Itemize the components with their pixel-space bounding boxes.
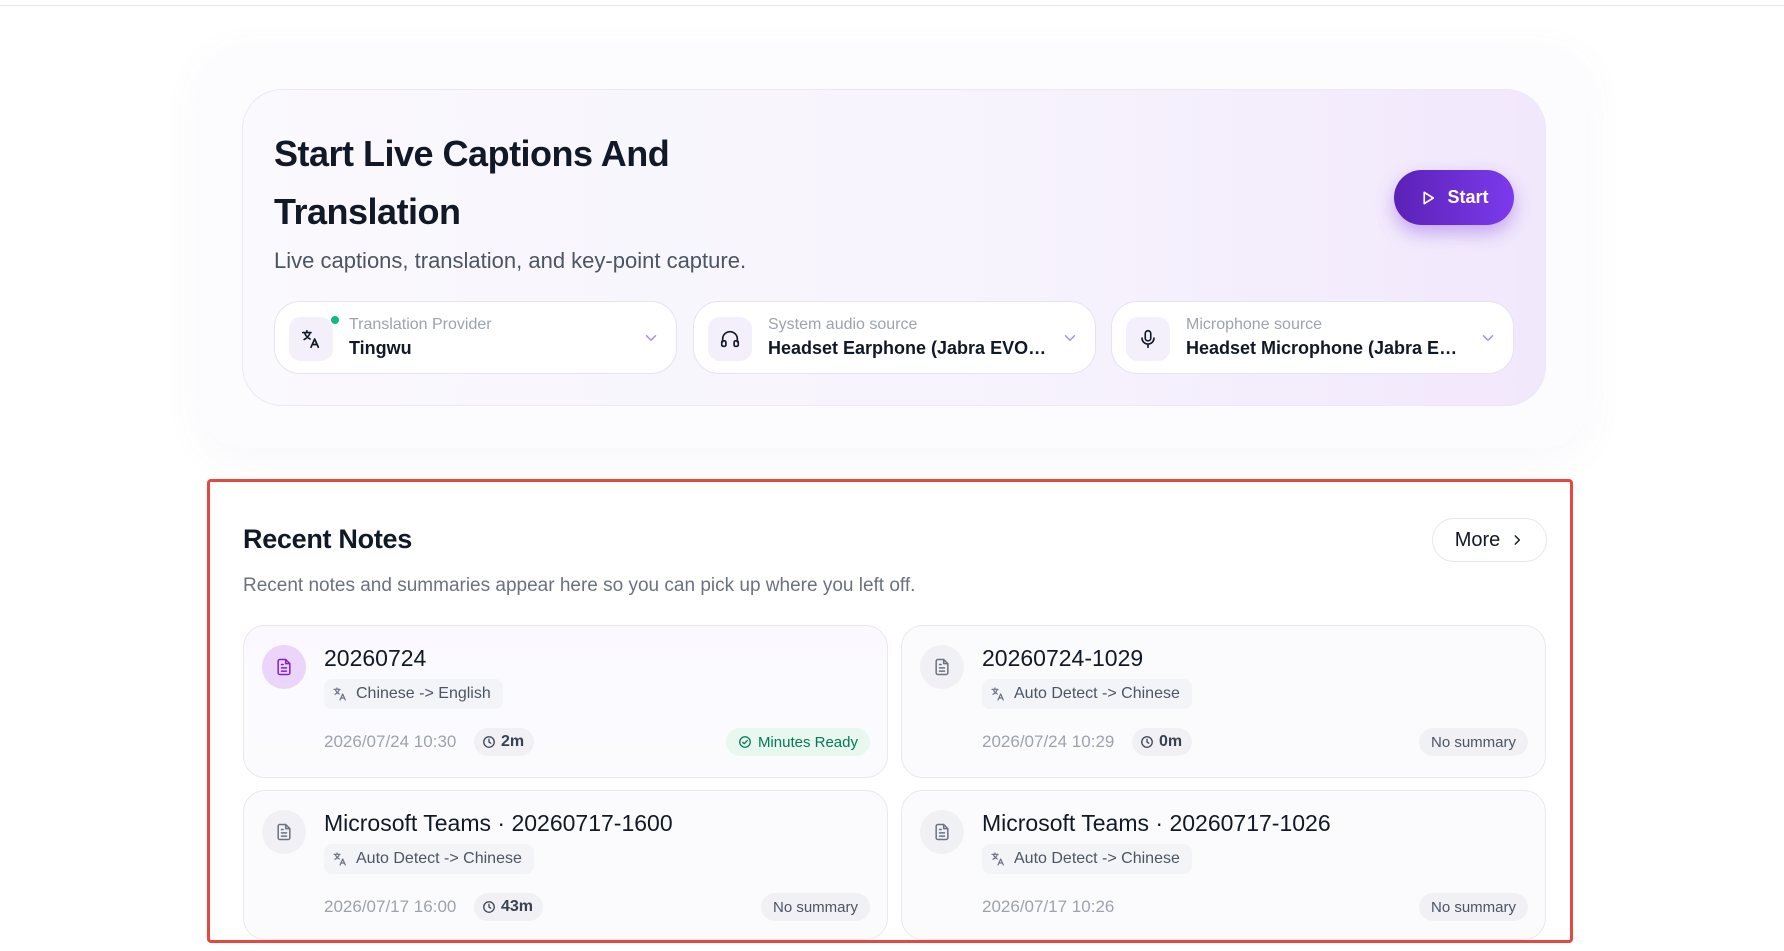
translate-icon <box>333 687 346 701</box>
chevron-down-icon <box>1482 335 1494 341</box>
note-title: Microsoft Teams · 20260717-1600 <box>324 810 673 836</box>
translate-icon <box>333 852 346 866</box>
document-icon <box>262 645 306 689</box>
language-pair: Auto Detect -> Chinese <box>356 850 522 867</box>
hero-subtitle: Live captions, translation, and key-poin… <box>274 248 747 273</box>
note-title: Microsoft Teams · 20260717-1026 <box>982 810 1331 836</box>
duration-value: 0m <box>1159 733 1183 750</box>
language-tag: Auto Detect -> Chinese <box>982 679 1192 709</box>
translation-provider-label: Translation Provider <box>349 316 492 333</box>
clock-icon <box>1141 736 1153 748</box>
play-icon <box>1423 191 1435 204</box>
language-tag: Chinese -> English <box>324 679 503 709</box>
check-circle-icon <box>739 736 751 748</box>
summary-status-badge: No summary <box>1418 893 1528 921</box>
summary-status: No summary <box>1430 733 1516 751</box>
microphone-source-select[interactable]: Microphone source Headset Microphone (Ja… <box>1111 301 1514 374</box>
hero-section: Start Live Captions And Translation Live… <box>200 45 1588 448</box>
note-title: 20260724-1029 <box>982 645 1144 671</box>
duration-value: 2m <box>501 733 525 750</box>
summary-status: No summary <box>772 898 858 916</box>
chevron-down-icon <box>645 335 657 341</box>
microphone-source-label: Microphone source <box>1186 316 1323 333</box>
summary-status-badge: No summary <box>760 893 870 921</box>
note-card[interactable]: Microsoft Teams · 20260717-1600 Auto Det… <box>243 790 888 940</box>
headphones-icon <box>708 317 752 361</box>
translation-provider-value: Tingwu <box>349 338 412 358</box>
document-icon <box>262 810 306 854</box>
language-tag: Auto Detect -> Chinese <box>324 844 534 874</box>
system-audio-source-label: System audio source <box>768 316 918 333</box>
document-icon <box>920 810 964 854</box>
chevron-down-icon <box>1064 335 1076 341</box>
language-pair: Auto Detect -> Chinese <box>1014 850 1180 867</box>
provider-status-dot <box>329 314 341 326</box>
summary-status: Minutes Ready <box>757 733 858 751</box>
note-date: 2026/07/24 10:29 <box>982 732 1115 751</box>
system-audio-source-select[interactable]: System audio source Headset Earphone (Ja… <box>693 301 1096 374</box>
note-date: 2026/07/17 10:26 <box>982 897 1115 916</box>
system-audio-source-value: Headset Earphone (Jabra EVOLV... <box>768 338 1050 358</box>
recent-notes-subtitle: Recent notes and summaries appear here s… <box>243 575 916 596</box>
translate-icon <box>289 317 333 361</box>
microphone-source-value: Headset Microphone (Jabra EVO... <box>1186 338 1468 358</box>
summary-status-badge: No summary <box>1418 728 1528 756</box>
start-button-label: Start <box>1447 187 1489 207</box>
clock-icon <box>483 901 495 913</box>
duration-badge: 0m <box>1132 728 1193 756</box>
document-icon <box>920 645 964 689</box>
translation-provider-select[interactable]: Translation Provider Tingwu <box>274 301 677 374</box>
start-captions-card: Start Live Captions And Translation Live… <box>242 89 1546 406</box>
more-button-label: More <box>1454 528 1501 551</box>
note-card[interactable]: Microsoft Teams · 20260717-1026 Auto Det… <box>901 790 1546 940</box>
translate-icon <box>991 687 1004 701</box>
clock-icon <box>483 736 495 748</box>
recent-notes-section: Recent Notes Recent notes and summaries … <box>207 479 1573 943</box>
note-title: 20260724 <box>324 645 427 671</box>
language-tag: Auto Detect -> Chinese <box>982 844 1192 874</box>
note-date: 2026/07/17 16:00 <box>324 897 457 916</box>
note-card[interactable]: 20260724-1029 Auto Detect -> Chinese 202… <box>901 625 1546 778</box>
note-date: 2026/07/24 10:30 <box>324 732 457 751</box>
chevron-right-icon <box>1514 535 1521 545</box>
summary-status-badge: Minutes Ready <box>725 728 870 756</box>
microphone-icon <box>1126 317 1170 361</box>
more-button[interactable]: More <box>1432 518 1547 562</box>
start-button[interactable]: Start <box>1394 170 1514 225</box>
translate-icon <box>991 852 1004 866</box>
top-divider <box>0 5 1784 6</box>
hero-title: Start Live Captions And Translation <box>274 133 670 232</box>
note-card[interactable]: 20260724 Chinese -> English 2026/07/24 1… <box>243 625 888 778</box>
recent-notes-title: Recent Notes <box>243 524 412 554</box>
duration-value: 43m <box>501 898 534 915</box>
language-pair: Auto Detect -> Chinese <box>1014 685 1180 702</box>
language-pair: Chinese -> English <box>356 685 491 702</box>
duration-badge: 43m <box>474 893 544 921</box>
duration-badge: 2m <box>474 728 535 756</box>
summary-status: No summary <box>1430 898 1516 916</box>
